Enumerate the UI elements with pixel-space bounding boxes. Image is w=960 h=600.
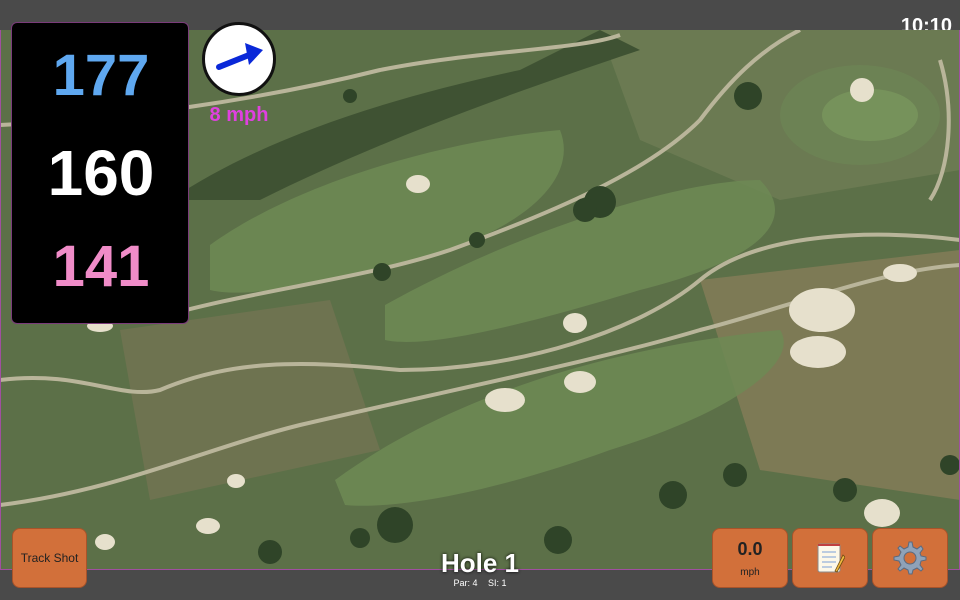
back-yardage: 177 xyxy=(52,43,150,108)
stroke-index-label: SI: 1 xyxy=(488,578,507,588)
speed-value: 0.0 xyxy=(737,539,763,559)
track-shot-button[interactable]: Track Shot xyxy=(12,528,87,588)
track-shot-label: Track Shot xyxy=(20,551,79,565)
settings-button[interactable] xyxy=(872,528,948,588)
par-label: Par: 4 xyxy=(453,578,478,588)
front-yardage: 141 xyxy=(52,234,150,299)
hole-info: Par: 4 SI: 1 xyxy=(400,578,560,588)
middle-yardage: 160 xyxy=(47,137,155,209)
wind-indicator xyxy=(202,22,276,96)
hole-title: Hole 1 xyxy=(440,548,520,578)
arrow-icon xyxy=(216,43,263,70)
yardage-panel: 177 160 141 xyxy=(11,22,189,324)
shot-speed-button[interactable]: 0.0 mph xyxy=(712,528,788,588)
speed-unit: mph xyxy=(740,567,760,578)
notepad-icon xyxy=(817,543,845,573)
wind-speed: 8 mph xyxy=(209,104,269,126)
notes-button[interactable] xyxy=(792,528,868,588)
gear-icon xyxy=(893,541,927,575)
